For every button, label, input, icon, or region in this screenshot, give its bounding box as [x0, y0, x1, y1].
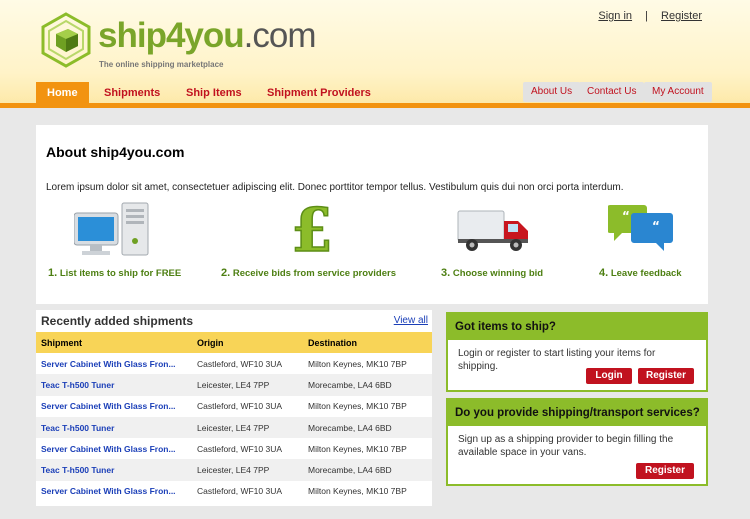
nav-shipments[interactable]: Shipments: [104, 82, 160, 104]
destination-cell: Milton Keynes, MK10 7BP: [308, 443, 407, 454]
about-section: About ship4you.com Lorem ipsum dolor sit…: [36, 125, 708, 304]
nav-contact-us[interactable]: Contact Us: [579, 82, 645, 102]
step-4: 4. Leave feedback: [599, 267, 682, 279]
shipment-link[interactable]: Teac T-h500 Tuner: [36, 459, 192, 481]
table-row[interactable]: Server Cabinet With Glass Fron... Castle…: [36, 353, 432, 374]
step-number: 4.: [599, 267, 609, 279]
svg-text:£: £: [291, 201, 333, 257]
table-row[interactable]: Server Cabinet With Glass Fron... Castle…: [36, 438, 432, 459]
step-number: 2.: [221, 267, 231, 279]
items-to-ship-panel: Got items to ship? Login or register to …: [446, 312, 708, 392]
origin-cell: Leicester, LE4 7PP: [192, 459, 303, 481]
column-header-origin: Origin: [192, 332, 303, 353]
nav-home[interactable]: Home: [36, 82, 89, 104]
destination-cell: Milton Keynes, MK10 7BP: [308, 358, 407, 369]
origin-cell: Leicester, LE4 7PP: [192, 374, 303, 396]
nav-about-us[interactable]: About Us: [523, 82, 581, 102]
account-links: Sign in | Register: [598, 10, 702, 22]
step-label: Leave feedback: [610, 268, 682, 279]
main-nav: Home Shipments Ship Items Shipment Provi…: [0, 82, 750, 108]
about-title: About ship4you.com: [46, 144, 185, 160]
providers-panel-title: Do you provide shipping/transport servic…: [448, 400, 706, 426]
step-label: List items to ship for FREE: [59, 268, 182, 279]
table-row[interactable]: Teac T-h500 Tuner Leicester, LE4 7PP Mor…: [36, 416, 432, 439]
step-label: Receive bids from service providers: [232, 268, 396, 279]
recent-shipments: Recently added shipments View all Shipme…: [36, 310, 432, 506]
nav-my-account[interactable]: My Account: [644, 82, 712, 102]
step-number: 3.: [441, 267, 451, 279]
origin-cell: Leicester, LE4 7PP: [192, 416, 303, 439]
destination-cell: Milton Keynes, MK10 7BP: [308, 401, 407, 412]
shipment-link[interactable]: Teac T-h500 Tuner: [36, 374, 192, 396]
header: ship4you.com The online shipping marketp…: [0, 0, 750, 108]
providers-panel-text: Sign up as a shipping provider to begin …: [458, 434, 674, 458]
shipment-link[interactable]: Server Cabinet With Glass Fron...: [36, 481, 192, 502]
logo-wordmark: ship4you.com: [98, 16, 317, 56]
table-row[interactable]: Server Cabinet With Glass Fron... Castle…: [36, 481, 432, 502]
table-row[interactable]: Teac T-h500 Tuner Leicester, LE4 7PP Mor…: [36, 374, 432, 396]
nav-ship-items[interactable]: Ship Items: [186, 82, 242, 104]
step-label: Choose winning bid: [452, 268, 544, 279]
origin-cell: Castleford, WF10 3UA: [197, 443, 283, 454]
step-number: 1.: [48, 267, 58, 279]
step-1: 1. List items to ship for FREE: [48, 267, 181, 279]
destination-cell: Morecambe, LA4 6BD: [303, 459, 432, 481]
login-button[interactable]: Login: [586, 368, 632, 384]
provider-register-button[interactable]: Register: [636, 463, 694, 479]
table-row[interactable]: Teac T-h500 Tuner Leicester, LE4 7PP Mor…: [36, 459, 432, 481]
table-header-row: Shipment Origin Destination: [36, 332, 432, 353]
recent-shipments-title: Recently added shipments: [41, 314, 194, 328]
svg-text:“: “: [622, 209, 630, 223]
logo-part-4: 4: [165, 16, 185, 55]
origin-cell: Castleford, WF10 3UA: [197, 358, 283, 369]
computer-icon: [74, 202, 149, 256]
truck-icon: [457, 210, 528, 251]
speech-bubbles-icon: “ “: [608, 205, 673, 251]
logo-part-domain: .com: [243, 16, 317, 55]
items-panel-title: Got items to ship?: [448, 314, 706, 340]
table-row[interactable]: Server Cabinet With Glass Fron... Castle…: [36, 396, 432, 417]
svg-text:“: “: [652, 219, 660, 233]
destination-cell: Morecambe, LA4 6BD: [303, 374, 432, 396]
about-text: Lorem ipsum dolor sit amet, consectetuer…: [46, 182, 624, 193]
view-all-link[interactable]: View all: [394, 315, 428, 326]
pound-icon: £: [290, 201, 333, 257]
origin-cell: Castleford, WF10 3UA: [197, 401, 283, 412]
column-header-destination: Destination: [303, 332, 432, 353]
nav-shipment-providers[interactable]: Shipment Providers: [267, 82, 371, 104]
origin-cell: Castleford, WF10 3UA: [197, 486, 283, 497]
shipments-table: Shipment Origin Destination Server Cabin…: [36, 332, 432, 502]
providers-panel: Do you provide shipping/transport servic…: [446, 398, 708, 486]
register-link[interactable]: Register: [661, 10, 702, 22]
logo-part-you: you: [184, 16, 244, 55]
shipment-link[interactable]: Server Cabinet With Glass Fron...: [36, 396, 192, 417]
separator: |: [645, 10, 648, 22]
shipment-link[interactable]: Teac T-h500 Tuner: [36, 416, 192, 439]
column-header-shipment: Shipment: [36, 332, 192, 353]
sign-in-link[interactable]: Sign in: [598, 10, 632, 22]
shipment-link[interactable]: Server Cabinet With Glass Fron...: [36, 438, 192, 459]
hexagon-box-icon: [41, 12, 91, 68]
step-3: 3. Choose winning bid: [441, 267, 543, 279]
logo-part-ship: ship: [98, 16, 167, 55]
shipment-link[interactable]: Server Cabinet With Glass Fron...: [36, 353, 192, 374]
step-2: 2. Receive bids from service providers: [221, 267, 396, 279]
tagline: The online shipping marketplace: [99, 60, 224, 69]
destination-cell: Morecambe, LA4 6BD: [303, 416, 432, 439]
destination-cell: Milton Keynes, MK10 7BP: [308, 486, 407, 497]
register-button[interactable]: Register: [638, 368, 694, 384]
